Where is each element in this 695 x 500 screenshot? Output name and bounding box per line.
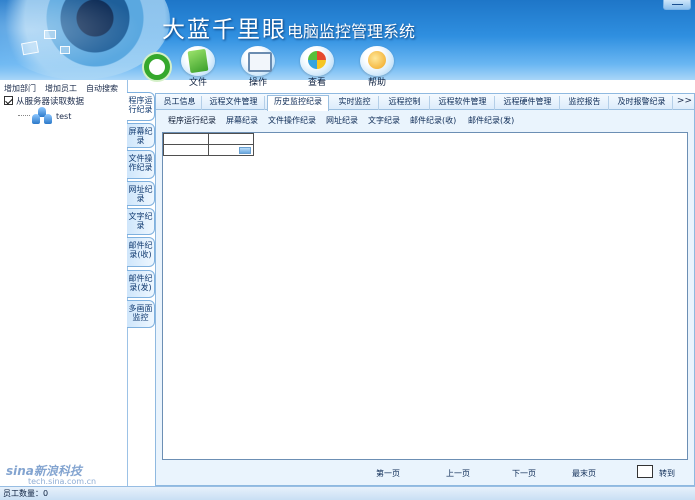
tab-report[interactable]: 监控报告: [561, 96, 609, 110]
vtab-url-log[interactable]: 网址纪录: [127, 181, 155, 206]
tab-scroll-more[interactable]: >>: [677, 96, 692, 106]
subtab-text-log[interactable]: 文字纪录: [368, 115, 400, 126]
tab-remote-control[interactable]: 远程控制: [380, 96, 430, 110]
monitor-icon: [44, 30, 56, 39]
subtab-screen-log[interactable]: 屏幕纪录: [226, 115, 258, 126]
main-tabbar: 员工信息 远程文件管理 历史监控纪录 实时监控 远程控制 远程软件管理 远程硬件…: [156, 94, 694, 111]
vtab-file-log[interactable]: 文件操作纪录: [127, 150, 155, 179]
monitor-icon: [60, 46, 70, 54]
minimize-button[interactable]: [663, 0, 691, 10]
pager: 第一页 上一页 下一页 最末页 转到: [162, 464, 688, 482]
tab-employee-info[interactable]: 员工信息: [158, 96, 202, 110]
cell-preview-icon: [239, 147, 251, 154]
toolbar-view-label: 查看: [307, 78, 326, 88]
app-title: 大蓝千里眼电脑监控管理系统: [162, 10, 415, 44]
subtab-mail-sent[interactable]: 邮件纪录(发): [468, 115, 514, 126]
goto-page-button[interactable]: 转到: [659, 468, 675, 479]
subtab-mail-received[interactable]: 邮件纪录(收): [410, 115, 456, 126]
read-from-server-label: 从服务器读取数据: [16, 97, 85, 107]
watermark-url: tech.sina.com.cn: [28, 477, 97, 486]
help-icon: [360, 46, 394, 76]
subtab-program-log[interactable]: 程序运行纪录: [168, 115, 216, 126]
vtab-mail-sent[interactable]: 邮件纪录(发): [127, 270, 155, 298]
next-page-button[interactable]: 下一页: [512, 468, 536, 479]
user-group-icon: [30, 107, 56, 125]
file-icon: [181, 46, 215, 76]
grid-cell[interactable]: [163, 144, 209, 156]
operation-icon: [241, 46, 275, 76]
tab-remote-hardware[interactable]: 远程硬件管理: [496, 96, 560, 110]
add-employee-link[interactable]: 增加员工: [45, 84, 77, 93]
toolbar-operation-label: 操作: [248, 78, 267, 88]
tab-alarm-log[interactable]: 及时报警纪录: [611, 96, 673, 110]
toolbar-help-button[interactable]: 帮助: [347, 46, 407, 88]
app-title-sub: 电脑监控管理系统: [287, 22, 416, 41]
main-panel: 员工信息 远程文件管理 历史监控纪录 实时监控 远程控制 远程软件管理 远程硬件…: [155, 93, 695, 486]
vtab-multi-screen[interactable]: 多画面监控: [127, 300, 155, 328]
vtab-screen-log[interactable]: 屏幕纪录: [127, 123, 155, 148]
read-from-server-checkbox[interactable]: [4, 96, 13, 105]
view-icon: [300, 46, 334, 76]
prev-page-button[interactable]: 上一页: [446, 468, 470, 479]
record-grid[interactable]: [162, 132, 688, 460]
app-title-main: 大蓝千里眼: [162, 17, 287, 43]
tab-remote-file[interactable]: 远程文件管理: [203, 96, 265, 110]
toolbar-file-button[interactable]: 文件: [168, 46, 228, 88]
last-page-button[interactable]: 最末页: [572, 468, 596, 479]
vtab-mail-received[interactable]: 邮件纪录(收): [127, 237, 155, 267]
toolbar-view-button[interactable]: 查看: [287, 46, 347, 88]
vtab-text-log[interactable]: 文字纪录: [127, 208, 155, 235]
employee-count: 员工数量：0: [3, 489, 49, 498]
left-panel: 增加部门 增加员工 自动搜索 从服务器读取数据 test: [0, 80, 128, 486]
tab-realtime[interactable]: 实时监控: [331, 96, 379, 110]
subtab-url-log[interactable]: 网址纪录: [326, 115, 358, 126]
toolbar-file-label: 文件: [188, 78, 207, 88]
toolbar: 文件 操作 查看 帮助: [140, 46, 695, 88]
status-bar: 员工数量：0: [0, 486, 695, 500]
toolbar-help-label: 帮助: [367, 78, 386, 88]
ring-icon: [144, 54, 170, 80]
read-from-server-row[interactable]: 从服务器读取数据: [4, 95, 84, 107]
tab-history-log[interactable]: 历史监控纪录: [267, 95, 329, 111]
tab-remote-software[interactable]: 远程软件管理: [431, 96, 495, 110]
vtab-program-log[interactable]: 程序运行纪录: [127, 92, 155, 121]
add-department-link[interactable]: 增加部门: [4, 84, 36, 93]
subtab-file-log[interactable]: 文件操作纪录: [268, 115, 316, 126]
grid-cell[interactable]: [208, 144, 254, 156]
left-actions: 增加部门 增加员工 自动搜索: [4, 83, 127, 94]
page-number-input[interactable]: [637, 465, 653, 478]
auto-search-link[interactable]: 自动搜索: [86, 84, 118, 93]
first-page-button[interactable]: 第一页: [376, 468, 400, 479]
tree-node-test[interactable]: test: [56, 112, 71, 121]
toolbar-operation-button[interactable]: 操作: [228, 46, 288, 88]
